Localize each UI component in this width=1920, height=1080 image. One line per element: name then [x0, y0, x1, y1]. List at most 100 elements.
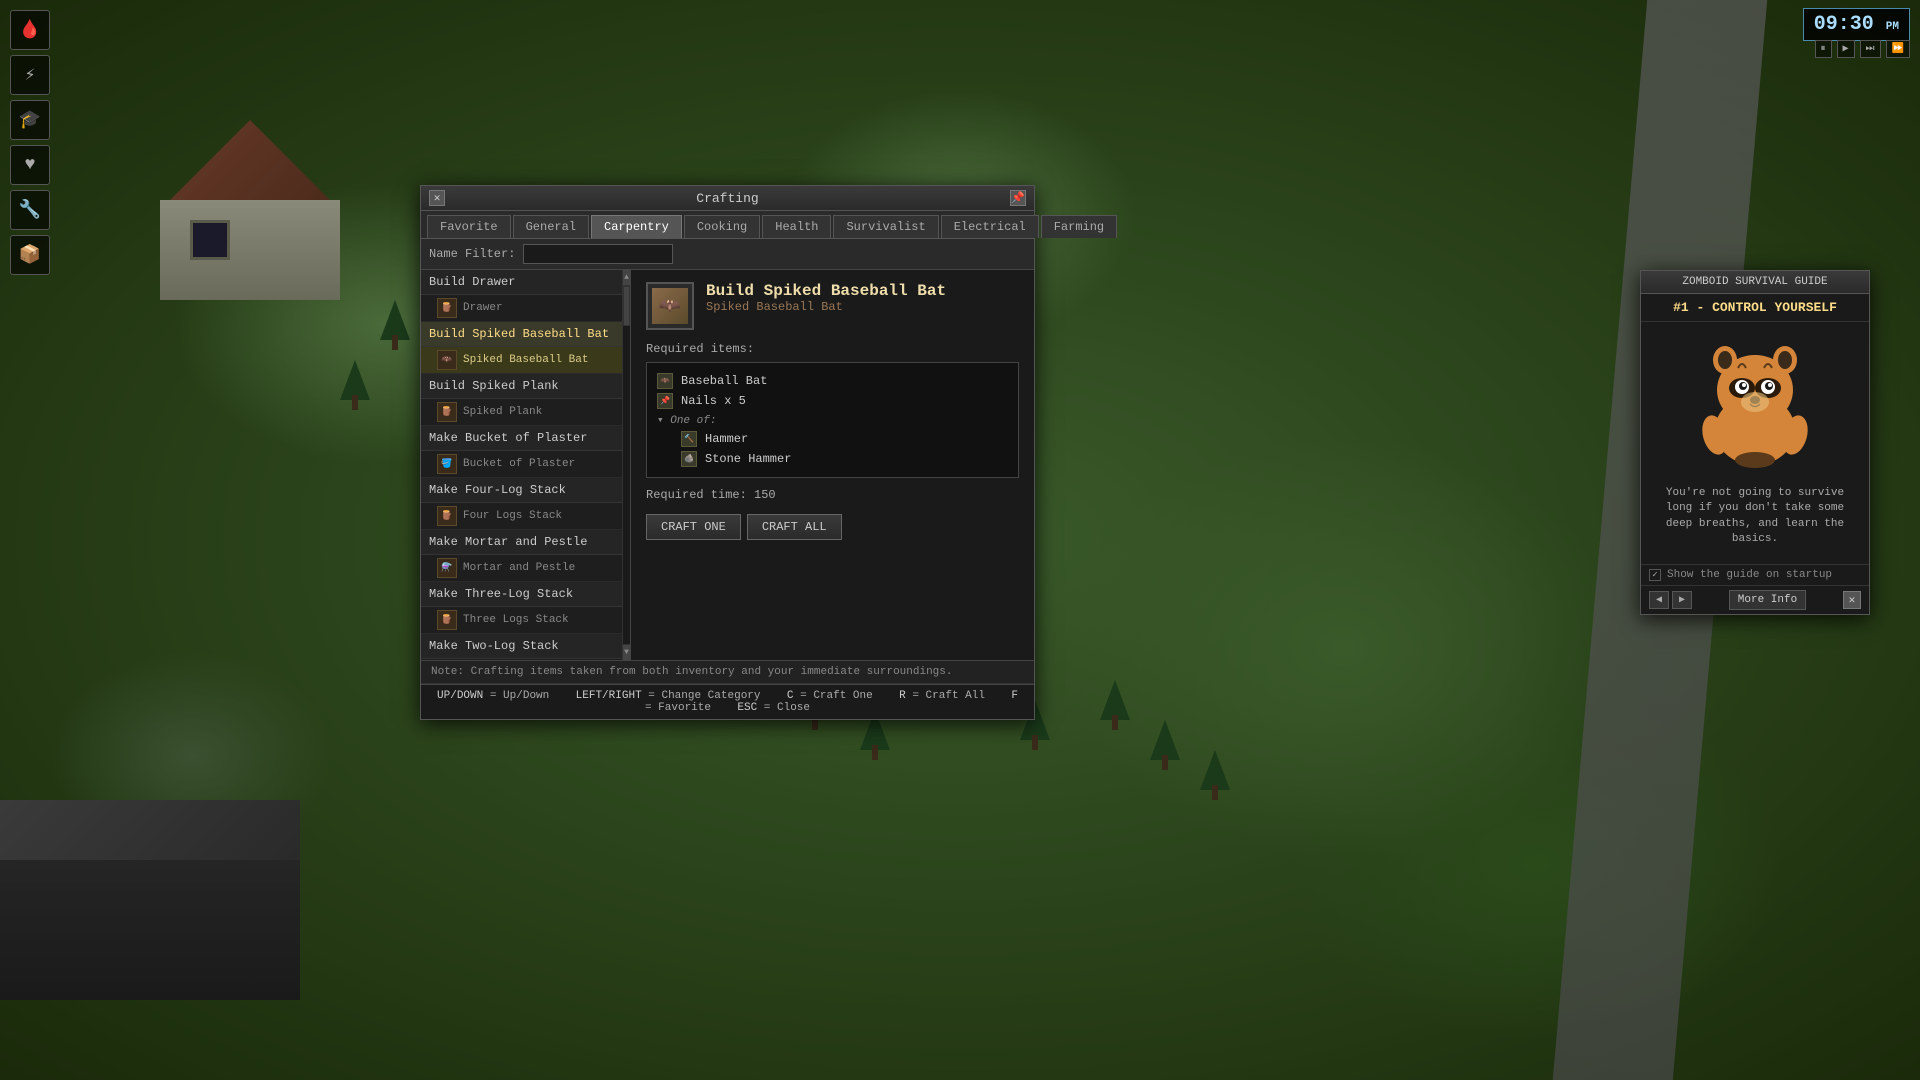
window-pin-button[interactable]: 📌 [1010, 190, 1026, 206]
crafting-note: Note: Crafting items taken from both inv… [421, 660, 1034, 684]
tab-carpentry[interactable]: Carpentry [591, 215, 682, 238]
required-items-label: Required items: [646, 342, 1019, 356]
building-wall [160, 200, 340, 300]
recipe-item-spiked-bat[interactable]: 🦇 Spiked Baseball Bat [421, 347, 622, 374]
tab-health[interactable]: Health [762, 215, 831, 238]
recipe-icon-spiked-bat: 🦇 [437, 350, 457, 370]
recipe-item-drawer[interactable]: 🪵 Drawer [421, 295, 622, 322]
crafting-body: Build Drawer 🪵 Drawer Build Spiked Baseb… [421, 270, 1034, 660]
building2-roof [0, 800, 300, 860]
more-info-button[interactable]: More Info [1729, 590, 1806, 610]
recipe-header-bucket-plaster[interactable]: Make Bucket of Plaster [421, 426, 622, 451]
guide-title: #1 - CONTROL YOURSELF [1641, 294, 1869, 322]
scrollbar-down-btn[interactable]: ▼ [623, 644, 630, 660]
guide-header: ZOMBOID SURVIVAL GUIDE [1641, 271, 1869, 294]
recipe-header-two-log[interactable]: Make Two-Log Stack [421, 634, 622, 659]
tab-farming[interactable]: Farming [1041, 215, 1117, 238]
recipe-header-spiked-plank[interactable]: Build Spiked Plank [421, 374, 622, 399]
recipe-item-spiked-plank[interactable]: 🪵 Spiked Plank [421, 399, 622, 426]
requirements-box: 🦇 Baseball Bat 📌 Nails x 5 ▾ One of: 🔨 H… [646, 362, 1019, 478]
guide-checkbox-label: Show the guide on startup [1667, 569, 1832, 581]
clock-suffix: PM [1886, 21, 1899, 33]
recipe-list: Build Drawer 🪵 Drawer Build Spiked Baseb… [421, 270, 631, 660]
hud-icon-4[interactable]: ♥ [10, 145, 50, 185]
window-close-button[interactable]: ✕ [429, 190, 445, 206]
detail-icon-inner: 🦇 [652, 288, 688, 324]
req-separator-one-of: ▾ One of: [657, 411, 1008, 429]
recipe-item-three-log[interactable]: 🪵 Three Logs Stack [421, 607, 622, 634]
filter-label: Name Filter: [429, 247, 515, 261]
detail-recipe-title: Build Spiked Baseball Bat [706, 282, 946, 300]
building-dark [0, 800, 300, 1000]
recipe-icon-mortar: ⚗️ [437, 558, 457, 578]
recipe-detail: 🦇 Build Spiked Baseball Bat Spiked Baseb… [631, 270, 1034, 660]
play-btn[interactable]: ▶ [1837, 40, 1855, 58]
hud-icon-5[interactable]: 🔧 [10, 190, 50, 230]
recipe-list-scrollbar: ▲ ▼ [622, 270, 630, 660]
recipe-item-bucket-plaster[interactable]: 🪣 Bucket of Plaster [421, 451, 622, 478]
req-item-stone-hammer: 🪨 Stone Hammer [657, 449, 1008, 469]
recipe-header-build-drawer[interactable]: Build Drawer [421, 270, 622, 295]
recipe-icon-three-log: 🪵 [437, 610, 457, 630]
recipe-header-three-log[interactable]: Make Three-Log Stack [421, 582, 622, 607]
tab-favorite[interactable]: Favorite [427, 215, 511, 238]
raccoon-illustration [1690, 330, 1820, 470]
recipe-header-mortar[interactable]: Make Mortar and Pestle [421, 530, 622, 555]
guide-content: You're not going to survive long if you … [1641, 478, 1869, 564]
recipe-item-four-log[interactable]: 🪵 Four Logs Stack [421, 503, 622, 530]
recipe-header-spiked-bat[interactable]: Build Spiked Baseball Bat [421, 322, 622, 347]
tree [1100, 680, 1130, 730]
scrollbar-up-btn[interactable]: ▲ [623, 270, 630, 286]
detail-recipe-icon: 🦇 [646, 282, 694, 330]
detail-recipe-subtitle: Spiked Baseball Bat [706, 300, 946, 314]
req-item-baseball-bat: 🦇 Baseball Bat [657, 371, 1008, 391]
required-time: Required time: 150 [646, 488, 1019, 502]
raccoon-svg [1690, 330, 1820, 470]
tab-general[interactable]: General [513, 215, 589, 238]
pause-btn[interactable]: ⏸ [1815, 40, 1832, 58]
tab-electrical[interactable]: Electrical [941, 215, 1039, 238]
hud-icon-6[interactable]: 📦 [10, 235, 50, 275]
guide-body-text: You're not going to survive long if you … [1651, 486, 1859, 548]
fast-forward-btn[interactable]: ⏭ [1860, 40, 1881, 58]
req-item-nails: 📌 Nails x 5 [657, 391, 1008, 411]
tree [340, 360, 370, 410]
recipe-item-mortar[interactable]: ⚗️ Mortar and Pestle [421, 555, 622, 582]
recipe-icon-bucket-plaster: 🪣 [437, 454, 457, 474]
guide-close-button[interactable]: ✕ [1843, 591, 1861, 609]
clock-time: 09:30 [1814, 13, 1874, 36]
window-title: Crafting [696, 191, 758, 206]
craft-all-button[interactable]: CRAFT ALL [747, 514, 842, 540]
recipe-item-two-log[interactable]: 🪵 Two Logs Stack [421, 659, 622, 660]
tab-survivalist[interactable]: Survivalist [833, 215, 938, 238]
craft-one-button[interactable]: CRAFT ONE [646, 514, 741, 540]
list-scroll-area: Build Drawer 🪵 Drawer Build Spiked Baseb… [421, 270, 630, 660]
hud-icons: 🩸 ⚡ 🎓 ♥ 🔧 📦 [10, 10, 50, 275]
req-icon-nails: 📌 [657, 393, 673, 409]
hotkey-updown: UP/DOWN = Up/Down LEFT/RIGHT = Change Ca… [437, 690, 1018, 714]
tab-cooking[interactable]: Cooking [684, 215, 760, 238]
building-shed [150, 120, 350, 300]
speed-btn[interactable]: ⏩ [1886, 40, 1910, 58]
hud-icon-2[interactable]: ⚡ [10, 55, 50, 95]
guide-prev-btn[interactable]: ◀ [1649, 591, 1669, 609]
name-filter-input[interactable] [523, 244, 673, 264]
scrollbar-track [623, 286, 630, 644]
guide-startup-checkbox[interactable]: ✓ [1649, 569, 1661, 581]
recipe-icon-spiked-plank: 🪵 [437, 402, 457, 422]
req-icon-hammer: 🔨 [681, 431, 697, 447]
recipe-icon-four-log: 🪵 [437, 506, 457, 526]
building-window [190, 220, 230, 260]
game-clock: 09:30 PM [1803, 8, 1910, 41]
scrollbar-thumb[interactable] [623, 286, 630, 326]
tree [1150, 720, 1180, 770]
hud-icon-1[interactable]: 🩸 [10, 10, 50, 50]
craft-buttons: CRAFT ONE CRAFT ALL [646, 514, 1019, 540]
media-controls: ⏸ ▶ ⏭ ⏩ [1815, 40, 1910, 58]
crafting-window: ✕ Crafting 📌 Favorite General Carpentry … [420, 185, 1035, 720]
recipe-header-four-log[interactable]: Make Four-Log Stack [421, 478, 622, 503]
hud-icon-3[interactable]: 🎓 [10, 100, 50, 140]
survival-guide-panel: ZOMBOID SURVIVAL GUIDE #1 - CONTROL YOUR… [1640, 270, 1870, 615]
guide-nav-row: ◀ ▶ More Info ✕ [1641, 585, 1869, 614]
guide-next-btn[interactable]: ▶ [1672, 591, 1692, 609]
